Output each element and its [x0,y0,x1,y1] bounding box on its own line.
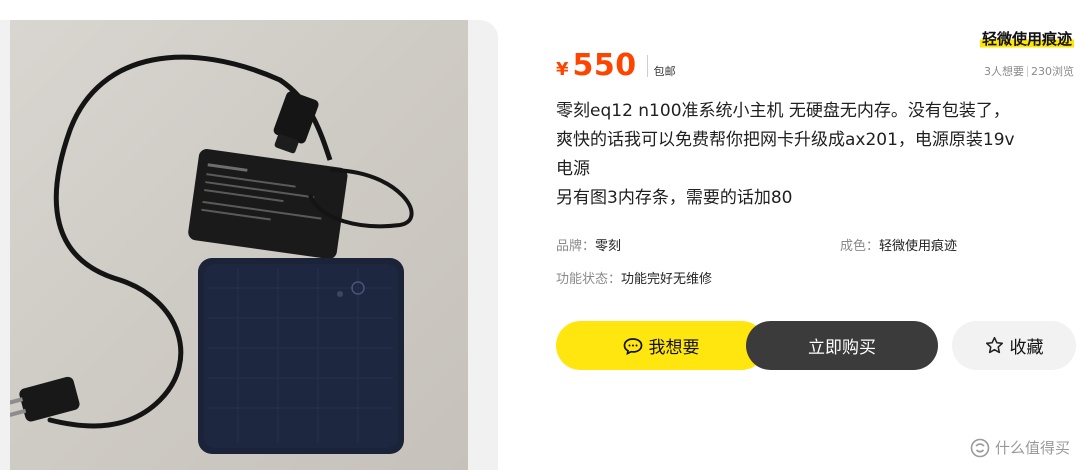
product-description: 零刻eq12 n100准系统小主机 无硬盘无内存。没有包装了， 爽快的话我可以免… [556,97,1078,213]
price-row: ¥ 550 包邮 [556,48,676,83]
description-line: 电源 [556,159,590,179]
attribute-function: 功能状态：功能完好无维修 [556,268,712,287]
cable-plug-top [273,91,319,154]
power-adapter [188,149,348,259]
want-button-label: 我想要 [648,338,700,358]
attribute-brand-value: 零刻 [595,239,622,254]
product-photo[interactable] [10,20,468,470]
attribute-condition-key: 成色： [840,239,880,254]
product-info-panel: 轻微使用痕迹 ¥ 550 包邮 3人想要 230浏览 零刻eq12 n100准系… [556,0,1080,470]
shipping-label: 包邮 [653,65,676,78]
description-line: 零刻eq12 n100准系统小主机 无硬盘无内存。没有包装了， [556,101,1010,121]
smzdm-logo-icon [970,438,990,458]
attribute-function-key: 功能状态： [556,272,622,287]
attribute-condition-value: 轻微使用痕迹 [879,239,958,254]
price-divider [646,54,648,77]
mini-pc [198,258,404,454]
watermark-text: 什么值得买 [994,439,1070,457]
stats-divider [1027,65,1028,77]
favorite-button-label: 收藏 [1009,338,1044,358]
favorite-button[interactable]: 收藏 [952,321,1076,370]
item-stats: 3人想要 230浏览 [984,63,1074,79]
product-photo-frame [0,20,498,470]
attribute-brand-key: 品牌： [556,239,596,254]
chat-bubble-icon [623,337,643,355]
attribute-function-value: 功能完好无维修 [621,272,713,287]
attribute-brand: 品牌：零刻 [556,235,621,254]
condition-tag: 轻微使用痕迹 [979,28,1074,49]
photo-illustration [10,54,414,454]
watermark: 什么值得买 [970,437,1070,458]
buy-now-button[interactable]: 立即购买 [746,321,938,370]
views-count: 230浏览 [1031,65,1074,78]
description-line: 另有图3内存条，需要的话加80 [556,188,793,208]
description-line: 爽快的话我可以免费帮你把网卡升级成ax201，电源原装19v [556,130,1015,150]
wants-count: 3人想要 [984,65,1024,78]
cable-plug-bottom [10,376,80,422]
price-currency-symbol: ¥ [556,59,569,80]
attribute-condition: 成色：轻微使用痕迹 [840,235,957,254]
price-value: 550 [572,48,637,83]
buy-now-label: 立即购买 [808,338,876,358]
star-outline-icon [985,336,1004,355]
want-button[interactable]: 我想要 [556,321,766,370]
